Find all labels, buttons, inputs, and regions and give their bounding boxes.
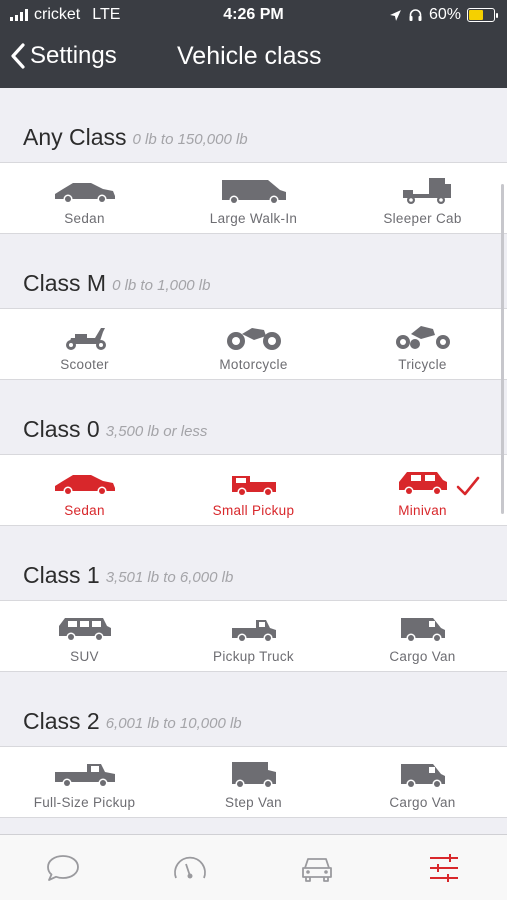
car-icon bbox=[301, 857, 332, 882]
full-size-pickup-icon bbox=[54, 764, 115, 788]
vehicle-label: Tricycle bbox=[398, 357, 447, 372]
small-pickup-icon bbox=[231, 476, 276, 497]
sleeper-cab-icon bbox=[402, 178, 451, 204]
tab-chat[interactable] bbox=[0, 835, 127, 900]
vehicle-label: Cargo Van bbox=[389, 795, 456, 810]
vehicle-option-sedan[interactable]: Sedan bbox=[0, 163, 169, 233]
vehicle-label: Sedan bbox=[64, 211, 105, 226]
vehicle-option-large-walk-in[interactable]: Large Walk-In bbox=[169, 163, 338, 233]
section-weight-range: 0 lb to 150,000 lb bbox=[132, 131, 248, 148]
vehicle-label: Step Van bbox=[225, 795, 282, 810]
section-weight-range: 3,501 lb to 6,000 lb bbox=[105, 569, 234, 586]
section-header-any-class: Any Class 0 lb to 150,000 lb bbox=[0, 88, 507, 162]
vehicle-label: Small Pickup bbox=[212, 503, 295, 518]
tricycle-icon bbox=[395, 326, 450, 349]
vehicle-option-sleeper-cab[interactable]: Sleeper Cab bbox=[338, 163, 507, 233]
vehicle-option-minivan[interactable]: Minivan bbox=[338, 455, 507, 525]
chevron-left-icon bbox=[11, 43, 25, 69]
scrollbar[interactable] bbox=[501, 184, 504, 514]
vehicle-row-class-1: SUV Pickup Truck Cargo Van bbox=[0, 600, 507, 672]
back-label: Settings bbox=[30, 42, 117, 69]
next-section-peek bbox=[0, 818, 507, 834]
section-title: Class M bbox=[23, 270, 107, 296]
section-weight-range: 3,500 lb or less bbox=[105, 423, 208, 440]
minivan-icon bbox=[398, 472, 447, 496]
section-title: Class 1 bbox=[23, 562, 100, 588]
back-button[interactable]: Settings bbox=[10, 42, 117, 70]
vehicle-option-sedan[interactable]: Sedan bbox=[0, 455, 169, 525]
vehicle-option-small-pickup[interactable]: Small Pickup bbox=[169, 455, 338, 525]
battery-icon bbox=[467, 8, 498, 22]
vehicle-row-class-2: Full-Size Pickup Step Van Cargo Van bbox=[0, 746, 507, 818]
tab-car[interactable] bbox=[254, 835, 381, 900]
tab-speedometer[interactable] bbox=[127, 835, 254, 900]
tab-bar bbox=[0, 834, 507, 900]
scooter-icon bbox=[65, 328, 106, 350]
vehicle-option-full-size-pickup[interactable]: Full-Size Pickup bbox=[0, 747, 169, 817]
vehicle-row-class-0: Sedan Small Pickup Minivan bbox=[0, 454, 507, 526]
section-header-class-m: Class M 0 lb to 1,000 lb bbox=[0, 234, 507, 308]
vehicle-option-tricycle[interactable]: Tricycle bbox=[338, 309, 507, 379]
vehicle-label: Pickup Truck bbox=[213, 649, 294, 664]
vehicle-option-cargo-van[interactable]: Cargo Van bbox=[338, 601, 507, 671]
nav-bar: Settings Vehicle class bbox=[0, 30, 507, 88]
vehicle-label: SUV bbox=[70, 649, 99, 664]
vehicle-label: Sleeper Cab bbox=[383, 211, 462, 226]
vehicle-label: Sedan bbox=[64, 503, 105, 518]
tab-settings[interactable] bbox=[380, 835, 507, 900]
settings-sliders-icon bbox=[429, 853, 458, 882]
vehicle-row-class-m: Scooter Motorcycle Tricycle bbox=[0, 308, 507, 380]
large-walk-in-icon bbox=[221, 180, 286, 205]
section-title: Class 0 bbox=[23, 416, 100, 442]
motorcycle-icon bbox=[226, 328, 281, 350]
section-header-class-2: Class 2 6,001 lb to 10,000 lb bbox=[0, 672, 507, 746]
vehicle-label: Cargo Van bbox=[389, 649, 456, 664]
vehicle-label: Minivan bbox=[398, 503, 447, 518]
vehicle-label: Full-Size Pickup bbox=[33, 795, 136, 810]
section-title: Any Class bbox=[23, 124, 127, 150]
section-weight-range: 6,001 lb to 10,000 lb bbox=[105, 715, 242, 732]
vehicle-option-scooter[interactable]: Scooter bbox=[0, 309, 169, 379]
section-header-class-0: Class 0 3,500 lb or less bbox=[0, 380, 507, 454]
vehicle-label: Large Walk-In bbox=[209, 211, 298, 226]
chat-icon bbox=[47, 854, 80, 881]
vehicle-label: Scooter bbox=[60, 357, 109, 372]
sedan-icon bbox=[54, 475, 115, 496]
top-bar: cricket LTE 4:26 PM 60% Settings Vehicle… bbox=[0, 0, 507, 88]
suv-icon bbox=[58, 618, 111, 642]
sedan-icon bbox=[54, 183, 115, 204]
step-van-icon bbox=[231, 762, 276, 789]
vehicle-option-pickup-truck[interactable]: Pickup Truck bbox=[169, 601, 338, 671]
battery-percent: 60% bbox=[428, 6, 461, 23]
vehicle-option-suv[interactable]: SUV bbox=[0, 601, 169, 671]
vehicle-option-motorcycle[interactable]: Motorcycle bbox=[169, 309, 338, 379]
location-icon bbox=[390, 9, 401, 21]
page-title: Vehicle class bbox=[177, 42, 322, 70]
checkmark-icon bbox=[456, 476, 480, 496]
vehicle-option-cargo-van[interactable]: Cargo Van bbox=[338, 747, 507, 817]
section-weight-range: 0 lb to 1,000 lb bbox=[112, 277, 211, 294]
cargo-van-icon bbox=[400, 618, 445, 643]
cargo-van-icon bbox=[400, 764, 445, 789]
pickup-truck-icon bbox=[231, 620, 276, 643]
vehicle-row-any-class: Sedan Large Walk-In Sleeper Cab bbox=[0, 162, 507, 234]
vehicle-class-list[interactable]: Any Class 0 lb to 150,000 lb Sedan Large Wa… bbox=[0, 88, 507, 834]
section-header-class-1: Class 1 3,501 lb to 6,000 lb bbox=[0, 526, 507, 600]
vehicle-option-step-van[interactable]: Step Van bbox=[169, 747, 338, 817]
headphones-icon bbox=[409, 9, 422, 21]
speedometer-icon bbox=[174, 856, 207, 878]
battery-fill bbox=[469, 10, 484, 20]
section-title: Class 2 bbox=[23, 708, 100, 734]
vehicle-label: Motorcycle bbox=[219, 357, 288, 372]
status-bar: cricket LTE 4:26 PM 60% bbox=[0, 0, 507, 30]
